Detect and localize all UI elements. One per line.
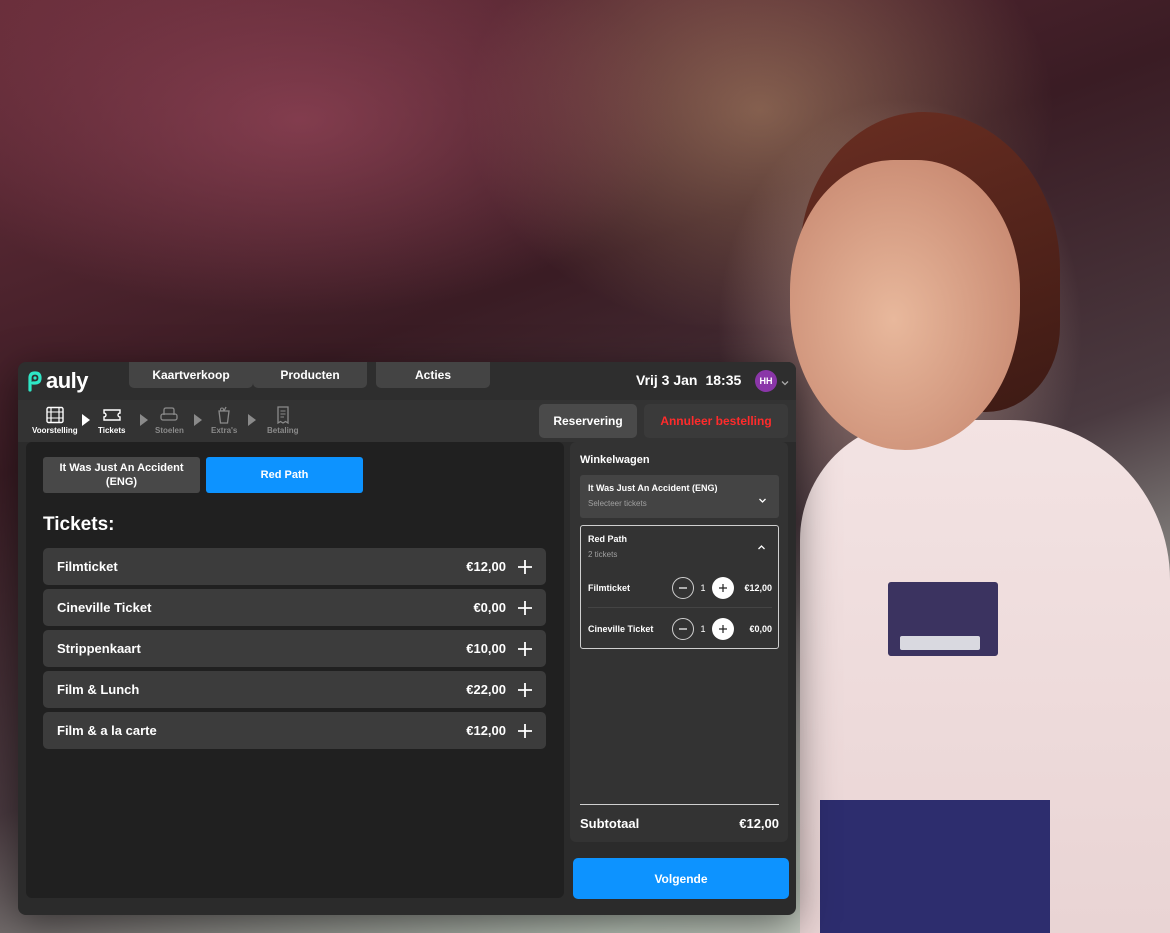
ticket-row[interactable]: Film & Lunch €22,00 [43, 671, 546, 708]
cart-group-it-was-just-an-accident[interactable]: It Was Just An Accident (ENG) Selecteer … [580, 475, 779, 518]
date-time: Vrij 3 Jan 18:35 [636, 372, 741, 388]
drink-icon [214, 406, 234, 424]
subtotal-value: €12,00 [739, 816, 779, 831]
tickets-heading: Tickets: [43, 514, 115, 535]
photo-face [790, 160, 1020, 450]
cart-line: Cineville Ticket 1 €0,00 [588, 612, 772, 646]
ticket-name: Filmticket [57, 559, 118, 574]
step-arrow-icon [248, 413, 256, 426]
cart-line-qty: 1 [700, 624, 706, 634]
subtotal: Subtotaal €12,00 [580, 816, 779, 831]
ticket-price: €12,00 [466, 723, 506, 738]
nav-tab-acties[interactable]: Acties [376, 362, 490, 388]
top-bar: auly Kaartverkoop Producten Acties Vrij … [18, 362, 796, 400]
ticket-price: €10,00 [466, 641, 506, 656]
ticket-selection-panel: It Was Just An Accident (ENG) Red Path T… [26, 442, 564, 898]
step-arrow-icon [140, 413, 148, 426]
plus-icon[interactable] [518, 559, 532, 574]
cart-line-price: €0,00 [749, 624, 772, 634]
checkout-steps: Voorstelling Tickets Stoelen Extra's Bet… [18, 400, 796, 442]
cart-line-price: €12,00 [744, 583, 772, 593]
cancel-order-button[interactable]: Annuleer bestelling [644, 404, 788, 438]
cart-line-qty: 1 [700, 583, 706, 593]
step-stoelen[interactable]: Stoelen [155, 406, 184, 435]
cart-line-name: Cineville Ticket [588, 624, 654, 634]
cart-group-title: Red Path [588, 534, 628, 544]
pos-app-window: auly Kaartverkoop Producten Acties Vrij … [18, 362, 796, 915]
nav-tab-producten[interactable]: Producten [253, 362, 367, 388]
plus-icon[interactable] [518, 641, 532, 656]
film-icon [45, 406, 65, 424]
step-voorstelling[interactable]: Voorstelling [32, 406, 78, 435]
plus-icon[interactable] [518, 682, 532, 697]
receipt-icon [273, 406, 293, 425]
reservation-button[interactable]: Reservering [539, 404, 637, 438]
brand-logo: auly [26, 368, 89, 394]
plus-icon[interactable] [712, 577, 734, 599]
cart-group-subtitle: 2 tickets [588, 550, 618, 559]
cart-line-name: Filmticket [588, 583, 631, 593]
subtotal-label: Subtotaal [580, 816, 640, 831]
cart-group-red-path: Red Path 2 tickets Filmticket 1 €12,00 C… [580, 525, 779, 649]
divider [580, 804, 779, 805]
current-date: Vrij 3 Jan [636, 372, 698, 388]
ticket-name: Cineville Ticket [57, 600, 152, 615]
chevron-down-icon[interactable] [758, 492, 767, 503]
step-extras[interactable]: Extra's [211, 406, 237, 435]
step-betaling[interactable]: Betaling [267, 406, 299, 435]
cart-line: Filmticket 1 €12,00 [588, 571, 772, 605]
plus-icon[interactable] [518, 600, 532, 615]
user-avatar[interactable]: HH [755, 370, 777, 392]
ticket-price: €12,00 [466, 559, 506, 574]
step-label: Voorstelling [32, 426, 78, 435]
cart-group-title: It Was Just An Accident (ENG) [588, 483, 718, 493]
ticket-row[interactable]: Strippenkaart €10,00 [43, 630, 546, 667]
photo-apron [820, 800, 1050, 933]
ticket-name: Film & Lunch [57, 682, 140, 697]
seat-icon [159, 406, 179, 424]
brand-name: auly [46, 368, 89, 393]
chevron-down-icon[interactable] [780, 375, 790, 386]
ticket-price: €22,00 [466, 682, 506, 697]
plus-icon[interactable] [518, 723, 532, 738]
step-tickets[interactable]: Tickets [98, 406, 125, 435]
photo-name-badge [888, 582, 998, 656]
minus-icon[interactable] [672, 618, 694, 640]
cart-title: Winkelwagen [580, 454, 650, 466]
next-button[interactable]: Volgende [573, 858, 789, 899]
film-tab-it-was-just-an-accident[interactable]: It Was Just An Accident (ENG) [43, 457, 200, 493]
nav-tab-kaartverkoop[interactable]: Kaartverkoop [129, 362, 253, 388]
step-arrow-icon [82, 413, 90, 426]
step-label: Stoelen [155, 426, 184, 435]
current-time: 18:35 [705, 372, 742, 388]
ticket-icon [102, 406, 122, 424]
step-arrow-icon [194, 413, 202, 426]
ticket-row[interactable]: Cineville Ticket €0,00 [43, 589, 546, 626]
film-tab-red-path[interactable]: Red Path [206, 457, 363, 493]
ticket-row[interactable]: Film & a la carte €12,00 [43, 712, 546, 749]
ticket-price: €0,00 [473, 600, 506, 615]
step-label: Betaling [267, 426, 299, 435]
ticket-name: Strippenkaart [57, 641, 141, 656]
chevron-up-icon[interactable] [757, 539, 766, 550]
minus-icon[interactable] [672, 577, 694, 599]
cart-group-subtitle: Selecteer tickets [588, 499, 647, 508]
ticket-name: Film & a la carte [57, 723, 157, 738]
logo-mark-icon [26, 370, 44, 392]
ticket-row[interactable]: Filmticket €12,00 [43, 548, 546, 585]
shopping-cart-panel: Winkelwagen It Was Just An Accident (ENG… [570, 442, 788, 842]
step-label: Tickets [98, 426, 126, 435]
step-label: Extra's [211, 426, 238, 435]
plus-icon[interactable] [712, 618, 734, 640]
divider [588, 607, 772, 608]
